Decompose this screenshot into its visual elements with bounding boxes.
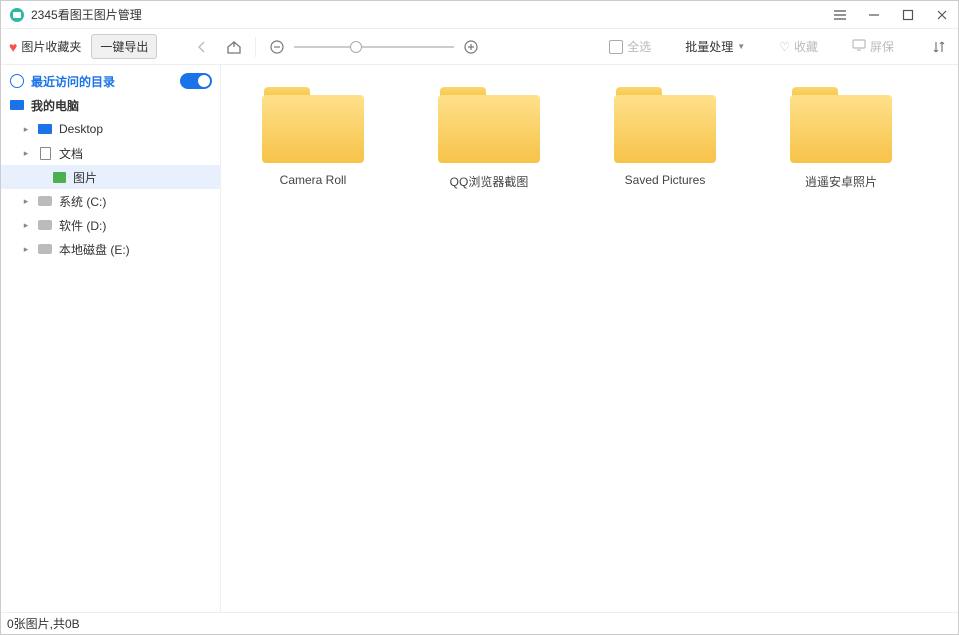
disk-icon — [37, 194, 53, 208]
expand-arrow-icon[interactable]: ▸ — [21, 244, 31, 255]
folder-item[interactable]: 逍遥安卓照片 — [753, 83, 929, 190]
sidebar-item-0[interactable]: ▸ Desktop — [1, 117, 220, 141]
batch-label: 批量处理 — [685, 38, 733, 55]
heart-outline-icon: ♡ — [779, 40, 790, 54]
folder-label: 逍遥安卓照片 — [805, 173, 877, 190]
screensaver-label: 屏保 — [870, 38, 894, 55]
folder-label: QQ浏览器截图 — [450, 173, 529, 190]
zoom-out-icon[interactable] — [266, 36, 288, 58]
export-button[interactable]: 一键导出 — [91, 34, 157, 59]
status-text: 0张图片,共0B — [7, 615, 80, 632]
maximize-button[interactable] — [900, 7, 916, 23]
close-button[interactable] — [934, 7, 950, 23]
recent-label: 最近访问的目录 — [31, 73, 174, 90]
favorite-action[interactable]: ♡ 收藏 — [779, 38, 818, 55]
sidebar-item-label: 本地磁盘 (E:) — [59, 241, 212, 258]
clock-icon — [9, 74, 25, 88]
sidebar-item-label: 系统 (C:) — [59, 193, 212, 210]
checkbox-icon — [609, 40, 623, 54]
disk-icon — [37, 242, 53, 256]
select-all[interactable]: 全选 — [609, 38, 651, 55]
folder-label: Saved Pictures — [625, 173, 706, 187]
favorites-label: 图片收藏夹 — [21, 38, 81, 55]
folder-grid: Camera Roll QQ浏览器截图 Saved Pictures 逍遥安卓照片 — [221, 65, 958, 612]
favorite-action-label: 收藏 — [794, 38, 818, 55]
home-icon[interactable] — [223, 36, 245, 58]
sort-icon[interactable] — [928, 36, 950, 58]
monitor-icon — [9, 98, 25, 112]
monitor-icon — [37, 122, 53, 136]
screensaver-icon — [852, 39, 866, 54]
folder-label: Camera Roll — [280, 173, 347, 187]
menu-icon[interactable] — [832, 7, 848, 23]
my-computer-label: 我的电脑 — [31, 97, 212, 114]
favorites-section[interactable]: ♥ 图片收藏夹 — [9, 38, 81, 55]
zoom-in-icon[interactable] — [460, 36, 482, 58]
sidebar-item-label: 图片 — [73, 169, 212, 186]
folder-item[interactable]: QQ浏览器截图 — [401, 83, 577, 190]
sidebar-item-label: 文档 — [59, 145, 212, 162]
sidebar-recent[interactable]: 最近访问的目录 — [1, 69, 220, 93]
batch-process[interactable]: 批量处理 ▼ — [685, 38, 745, 55]
folder-item[interactable]: Saved Pictures — [577, 83, 753, 190]
title-bar: 2345看图王图片管理 — [1, 1, 958, 29]
screensaver[interactable]: 屏保 — [852, 38, 894, 55]
expand-arrow-icon[interactable]: ▸ — [21, 124, 31, 135]
folder-icon — [610, 83, 720, 163]
zoom-thumb[interactable] — [350, 41, 362, 53]
folder-icon — [258, 83, 368, 163]
status-bar: 0张图片,共0B — [1, 612, 958, 634]
minimize-button[interactable] — [866, 7, 882, 23]
sidebar-my-computer[interactable]: 我的电脑 — [1, 93, 220, 117]
disk-icon — [37, 218, 53, 232]
sidebar-item-label: 软件 (D:) — [59, 217, 212, 234]
zoom-slider — [266, 36, 482, 58]
back-icon[interactable] — [191, 36, 213, 58]
folder-item[interactable]: Camera Roll — [225, 83, 401, 190]
select-all-label: 全选 — [627, 38, 651, 55]
expand-arrow-icon[interactable]: ▸ — [21, 220, 31, 231]
expand-arrow-icon[interactable]: ▸ — [21, 148, 31, 159]
expand-arrow-icon[interactable]: ▸ — [21, 196, 31, 207]
app-logo-icon — [9, 7, 25, 23]
toolbar: ♥ 图片收藏夹 一键导出 全选 批量处理 ▼ ♡ 收藏 屏保 — [1, 29, 958, 65]
folder-icon — [786, 83, 896, 163]
chevron-down-icon: ▼ — [737, 42, 745, 51]
sidebar: 最近访问的目录 我的电脑 ▸ Desktop ▸ 文档图片 ▸ 系统 (C:) ▸ 软件 (D… — [1, 65, 221, 612]
window-title: 2345看图王图片管理 — [31, 6, 832, 23]
sidebar-item-1[interactable]: ▸ 文档 — [1, 141, 220, 165]
recent-toggle[interactable] — [180, 73, 212, 89]
folder-icon — [434, 83, 544, 163]
doc-icon — [37, 146, 53, 160]
sidebar-item-3[interactable]: ▸ 系统 (C:) — [1, 189, 220, 213]
sidebar-item-5[interactable]: ▸ 本地磁盘 (E:) — [1, 237, 220, 261]
heart-icon: ♥ — [9, 39, 17, 55]
sidebar-item-4[interactable]: ▸ 软件 (D:) — [1, 213, 220, 237]
zoom-track[interactable] — [294, 46, 454, 48]
sidebar-item-2[interactable]: 图片 — [1, 165, 220, 189]
pic-icon — [51, 170, 67, 184]
sidebar-item-label: Desktop — [59, 122, 212, 136]
